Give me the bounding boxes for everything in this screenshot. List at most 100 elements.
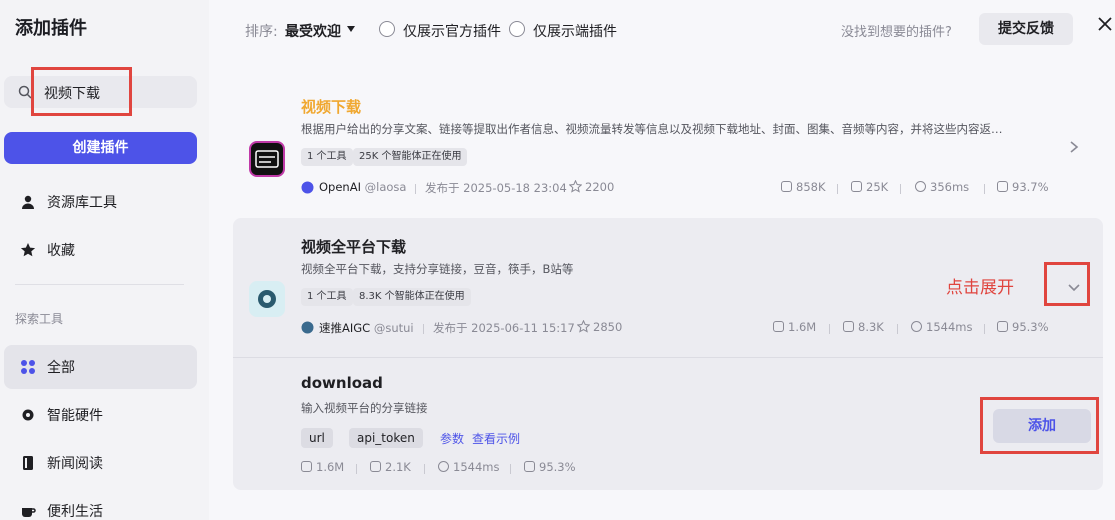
nav-label: 资源库工具 [47, 195, 117, 211]
search-icon [18, 85, 32, 99]
publish-date: 发布于 2025-06-11 15:17 [433, 321, 575, 335]
stat-success-rate: 93.7% [997, 180, 1049, 194]
close-icon[interactable] [1095, 14, 1115, 34]
star-count: 2200 [585, 180, 615, 194]
caret-down-icon[interactable] [347, 26, 355, 32]
nav-label: 智能硬件 [47, 408, 103, 424]
chevron-right-icon[interactable] [1067, 140, 1081, 154]
nav-item-library-tools[interactable]: 资源库工具 [4, 180, 197, 224]
tool-name: download [301, 374, 383, 392]
plugin-description: 根据用户给出的分享文案、链接等提取出作者信息、视频流量转发等信息以及视频下载地址… [301, 122, 1003, 136]
gear-icon [22, 409, 34, 421]
star-outline-icon[interactable] [577, 320, 590, 333]
plugin-card-expanded[interactable]: 视频全平台下载 视频全平台下载，支持分享链接，豆音，筷手，B站等 1 个工具 8… [233, 218, 1103, 490]
success-rate-icon [997, 321, 1008, 332]
author-name: OpenAI [319, 180, 361, 194]
author-avatar [301, 181, 314, 194]
stat-success-rate: 95.3% [997, 320, 1049, 334]
sidebar-divider [15, 284, 184, 285]
cup-icon [22, 508, 36, 517]
plugin-tag: 25K 个智能体正在使用 [353, 148, 468, 166]
param-tag: api_token [349, 428, 423, 448]
stat-usage: 858K [781, 180, 826, 194]
author-handle: @laosa [364, 180, 407, 194]
meta-divider [984, 324, 985, 334]
client-only-label[interactable]: 仅展示端插件 [533, 21, 617, 41]
meta-divider [829, 324, 830, 334]
plugin-logo [249, 281, 285, 317]
success-rate-icon [524, 461, 535, 472]
tool-description: 输入视频平台的分享链接 [301, 401, 428, 415]
plugin-description: 视频全平台下载，支持分享链接，豆音，筷手，B站等 [301, 262, 574, 276]
stat-bots: 8.3K [843, 320, 884, 334]
plugin-tag: 1 个工具 [301, 288, 353, 306]
params-link[interactable]: 参数 [440, 430, 464, 447]
plugin-stat-icon [301, 461, 312, 472]
plugin-stat-icon [781, 181, 792, 192]
author-name: 速推AIGC [319, 321, 371, 335]
stat-latency: 1544ms [911, 320, 972, 334]
clock-icon [438, 461, 449, 472]
nav-label: 全部 [47, 360, 75, 376]
sidebar: 添加插件 视频下载 创建插件 资源库工具 收藏 探索工具 全部 智能硬件 新闻阅… [0, 0, 209, 520]
author-handle: @sutui [373, 321, 414, 335]
add-highlight-box [980, 397, 1099, 454]
stat-usage: 1.6M [773, 320, 816, 334]
toolbar: 排序: 最受欢迎 仅展示官方插件 仅展示端插件 没找到想要的插件? 提交反馈 [209, 0, 1115, 60]
plugin-tag: 1 个工具 [301, 148, 353, 166]
clock-icon [911, 321, 922, 332]
expand-annotation: 点击展开 [946, 278, 1014, 298]
video-download-logo-icon [255, 150, 279, 168]
clock-icon [915, 181, 926, 192]
stat-latency: 356ms [915, 180, 969, 194]
bot-stat-icon [843, 321, 854, 332]
meta-divider [423, 324, 424, 334]
plugin-stat-icon [773, 321, 784, 332]
stat-bots: 2.1K [370, 460, 411, 474]
plugin-card[interactable]: 视频下载 根据用户给出的分享文案、链接等提取出作者信息、视频流量转发等信息以及视… [233, 86, 1103, 216]
star-icon [20, 243, 36, 257]
author-avatar [301, 321, 314, 334]
star-outline-icon[interactable] [569, 180, 582, 193]
nav-label: 新闻阅读 [47, 456, 103, 472]
nav-item-favorites[interactable]: 收藏 [4, 228, 197, 272]
plugin-logo [249, 141, 285, 177]
tool-divider [233, 357, 1103, 358]
meta-divider [897, 324, 898, 334]
camera-logo-icon [258, 290, 276, 308]
plugin-author: 速推AIGC @sutui [319, 320, 414, 336]
official-only-radio[interactable] [379, 21, 395, 37]
plugin-title[interactable]: 视频全平台下载 [301, 236, 406, 257]
nav-item-all[interactable]: 全部 [4, 345, 197, 389]
meta-divider [837, 184, 838, 194]
feedback-button[interactable]: 提交反馈 [979, 13, 1073, 45]
plugin-title[interactable]: 视频下载 [301, 96, 361, 117]
nav-label: 收藏 [47, 243, 75, 259]
meta-divider [984, 184, 985, 194]
plugin-author: OpenAI @laosa [319, 180, 406, 194]
search-highlight-box [31, 67, 132, 116]
grid-icon [21, 360, 35, 374]
meta-divider [510, 464, 511, 474]
view-example-link[interactable]: 查看示例 [472, 430, 520, 447]
client-only-radio[interactable] [509, 21, 525, 37]
bot-stat-icon [370, 461, 381, 472]
meta-divider [415, 184, 416, 194]
nav-item-convenient-life[interactable]: 便利生活 [4, 489, 197, 520]
stat-success-rate: 95.3% [524, 460, 576, 474]
nav-item-smart-hardware[interactable]: 智能硬件 [4, 393, 197, 437]
sort-dropdown[interactable]: 最受欢迎 [285, 21, 341, 41]
expand-highlight-box [1044, 262, 1090, 306]
book-icon [23, 456, 33, 470]
stat-latency: 1544ms [438, 460, 499, 474]
official-only-label[interactable]: 仅展示官方插件 [403, 21, 501, 41]
star-count: 2850 [593, 320, 623, 334]
stat-bots: 25K [851, 180, 888, 194]
nav-item-news-reading[interactable]: 新闻阅读 [4, 441, 197, 485]
section-label: 探索工具 [15, 312, 64, 326]
success-rate-icon [997, 181, 1008, 192]
create-plugin-button[interactable]: 创建插件 [4, 132, 197, 164]
sort-label: 排序: [245, 24, 278, 40]
user-icon [22, 195, 34, 209]
plugin-tag: 8.3K 个智能体正在使用 [353, 288, 471, 306]
